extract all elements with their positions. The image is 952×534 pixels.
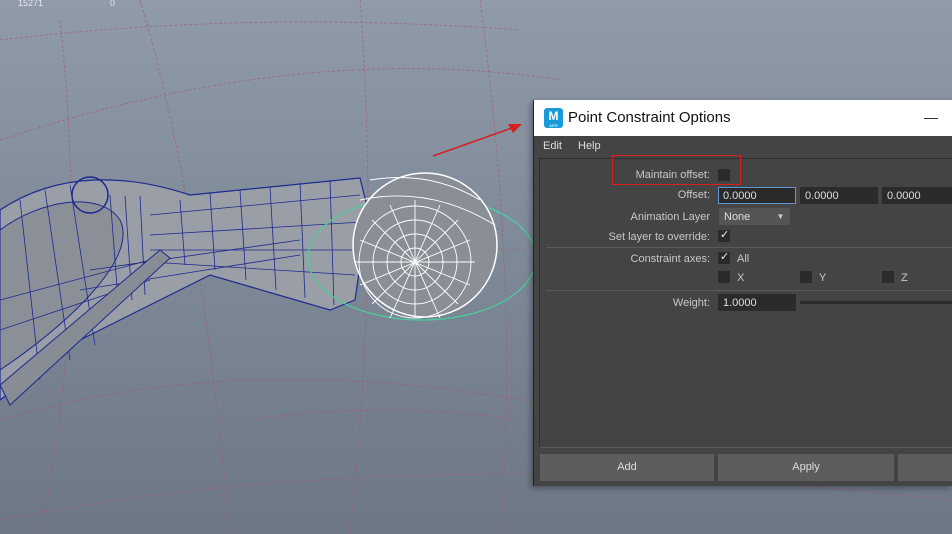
offset-label: Offset:	[677, 189, 710, 201]
separator	[546, 247, 952, 248]
offset-x-field[interactable]: 0.0000	[718, 187, 796, 204]
menu-help[interactable]: Help	[578, 140, 601, 152]
checkmark-icon: ✓	[720, 251, 730, 263]
arm-model[interactable]	[0, 176, 369, 406]
app-icon-letter: M	[548, 109, 559, 123]
set-layer-override-checkbox[interactable]: ✓	[718, 229, 730, 242]
hud-secondary-count: 0	[110, 0, 116, 8]
animation-layer-label: Animation Layer	[630, 211, 711, 223]
hud-poly-count: 15271	[18, 0, 44, 8]
axis-all-checkbox[interactable]: ✓	[718, 251, 730, 264]
annotation-arrow	[432, 124, 522, 157]
axis-y-label: Y	[819, 272, 827, 284]
weight-label: Weight:	[672, 297, 710, 309]
axis-z-checkbox[interactable]	[882, 271, 894, 283]
app-icon-sub: ARR	[549, 123, 558, 128]
constraint-axes-label: Constraint axes:	[630, 253, 710, 265]
axis-x-checkbox[interactable]	[718, 271, 730, 283]
minimize-icon[interactable]: —	[924, 109, 938, 125]
axis-z-label: Z	[901, 272, 908, 284]
dialog-titlebar[interactable]: M ARR Point Constraint Options —	[534, 100, 952, 136]
weight-field[interactable]: 1.0000	[718, 294, 796, 311]
apply-button[interactable]: Apply	[718, 454, 894, 481]
offset-z-field[interactable]: 0.0000	[882, 187, 952, 204]
offset-y-field[interactable]: 0.0000	[800, 187, 878, 204]
axis-x-label: X	[737, 272, 745, 284]
weight-slider[interactable]	[800, 301, 952, 304]
options-panel: Maintain offset: Offset: 0.0000 0.0000 0…	[539, 158, 952, 448]
add-button[interactable]: Add	[540, 454, 714, 481]
target-sphere[interactable]	[352, 172, 498, 319]
menubar: Edit Help	[534, 136, 952, 156]
set-layer-override-label: Set layer to override:	[608, 231, 711, 243]
axis-all-label: All	[737, 253, 750, 265]
point-constraint-options-dialog: M ARR Point Constraint Options — Edit He…	[533, 100, 952, 486]
annotation-highlight-box	[612, 155, 741, 185]
axis-y-checkbox[interactable]	[800, 271, 812, 283]
checkmark-icon: ✓	[720, 229, 730, 241]
dialog-title: Point Constraint Options	[568, 109, 731, 126]
menu-edit[interactable]: Edit	[543, 140, 562, 152]
maya-app-icon: M ARR	[544, 108, 563, 128]
separator	[546, 290, 952, 291]
animation-layer-select[interactable]: None	[719, 208, 771, 225]
close-button[interactable]	[898, 454, 952, 481]
chevron-down-icon[interactable]: ▼	[771, 208, 790, 225]
